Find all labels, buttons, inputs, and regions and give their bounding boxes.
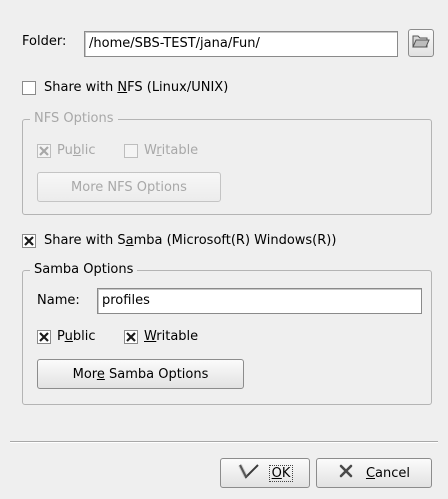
nfs-writable-label: Writable	[144, 143, 199, 158]
folder-path-field[interactable]: /home/SBS-TEST/jana/Fun/	[84, 31, 398, 57]
nfs-options-title: NFS Options	[30, 111, 118, 127]
nfs-public-checkbox[interactable]: Public	[37, 143, 96, 158]
checkmark-icon	[237, 463, 260, 483]
dialog-separator	[10, 441, 438, 442]
samba-name-label: Name:	[37, 293, 80, 308]
ok-label: OK	[268, 464, 294, 482]
browse-folder-button[interactable]	[408, 29, 434, 57]
samba-public-checkbox-box[interactable]	[37, 329, 51, 344]
share-nfs-checkbox-box[interactable]	[22, 80, 36, 95]
more-samba-options-label: More Samba Options	[72, 366, 209, 382]
nfs-public-checkbox-box[interactable]	[37, 143, 51, 158]
folder-label: Folder:	[22, 34, 67, 49]
samba-writable-label: Writable	[144, 329, 199, 344]
nfs-writable-checkbox[interactable]: Writable	[124, 143, 198, 158]
nfs-writable-checkbox-box[interactable]	[124, 143, 138, 158]
samba-public-checkbox[interactable]: Public	[37, 329, 96, 344]
share-samba-label: Share with Samba (Microsoft(R) Windows(R…	[44, 233, 337, 248]
samba-name-field[interactable]: profiles	[97, 288, 422, 314]
folder-open-icon	[412, 33, 430, 53]
ok-button[interactable]: OK	[220, 458, 310, 488]
share-samba-checkbox-box[interactable]	[22, 233, 36, 248]
samba-public-label: Public	[57, 329, 96, 344]
share-samba-checkbox[interactable]: Share with Samba (Microsoft(R) Windows(R…	[22, 233, 336, 248]
share-nfs-label: Share with NFS (Linux/UNIX)	[44, 80, 229, 95]
more-samba-options-button[interactable]: More Samba Options	[37, 359, 244, 389]
nfs-public-label: Public	[57, 143, 96, 158]
cancel-x-icon	[338, 463, 354, 483]
samba-writable-checkbox[interactable]: Writable	[124, 329, 198, 344]
more-nfs-options-button[interactable]: More NFS Options	[37, 172, 221, 202]
share-nfs-checkbox[interactable]: Share with NFS (Linux/UNIX)	[22, 80, 228, 95]
samba-writable-checkbox-box[interactable]	[124, 329, 138, 344]
samba-options-title: Samba Options	[30, 262, 138, 278]
cancel-button[interactable]: Cancel	[316, 458, 432, 488]
cancel-label: Cancel	[365, 465, 411, 481]
